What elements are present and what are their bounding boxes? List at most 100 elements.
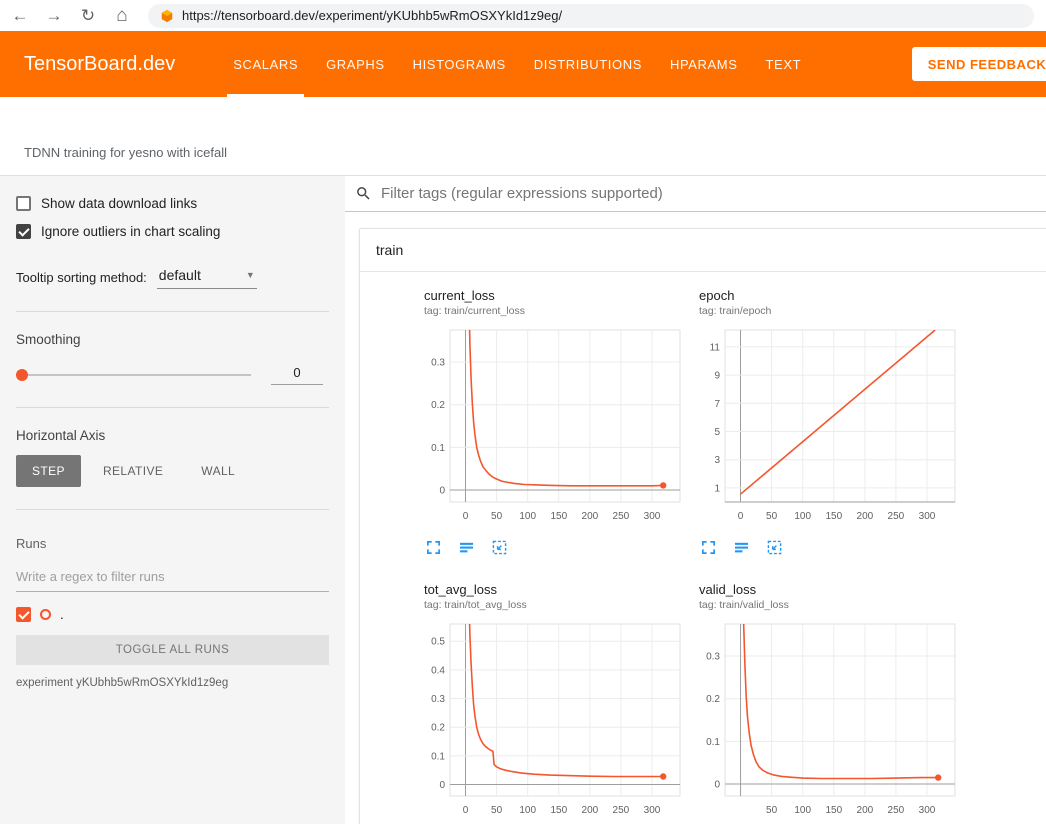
reload-button[interactable]: ↻ bbox=[78, 7, 98, 24]
home-button[interactable]: ⌂ bbox=[112, 6, 132, 25]
chart-plot[interactable]: 05010015020025030000.10.20.30.40.5 bbox=[424, 618, 686, 822]
url-bar[interactable]: https://tensorboard.dev/experiment/yKUbh… bbox=[148, 4, 1034, 28]
svg-text:150: 150 bbox=[550, 805, 567, 816]
search-icon bbox=[355, 185, 372, 202]
svg-text:100: 100 bbox=[519, 805, 536, 816]
url-text: https://tensorboard.dev/experiment/yKUbh… bbox=[182, 8, 562, 23]
horizontal-axis-label: Horizontal Axis bbox=[16, 428, 329, 443]
tab-hparams[interactable]: HPARAMS bbox=[656, 31, 752, 97]
svg-text:0.2: 0.2 bbox=[431, 723, 445, 734]
fit-domain-icon[interactable] bbox=[492, 540, 508, 556]
chevron-down-icon: ▼ bbox=[246, 270, 255, 280]
smoothing-label: Smoothing bbox=[16, 332, 329, 347]
run-checkbox[interactable] bbox=[16, 607, 31, 622]
slider-thumb[interactable] bbox=[16, 369, 28, 381]
runs-label: Runs bbox=[16, 536, 329, 551]
chart-card-valid_loss: valid_losstag: train/valid_loss501001502… bbox=[699, 582, 961, 824]
svg-text:200: 200 bbox=[582, 511, 599, 522]
svg-text:0.2: 0.2 bbox=[706, 694, 720, 705]
toggle-all-runs-button[interactable]: TOGGLE ALL RUNS bbox=[16, 635, 329, 665]
ignore-outliers-label: Ignore outliers in chart scaling bbox=[41, 224, 220, 239]
chart-toolbar bbox=[701, 540, 961, 556]
run-color-swatch-icon bbox=[40, 609, 51, 620]
svg-text:0.3: 0.3 bbox=[431, 694, 445, 705]
svg-text:3: 3 bbox=[714, 455, 720, 466]
svg-text:250: 250 bbox=[888, 511, 905, 522]
chart-plot[interactable]: 5010015020025030000.10.20.3 bbox=[699, 618, 961, 822]
fullscreen-icon[interactable] bbox=[426, 540, 442, 556]
fullscreen-icon[interactable] bbox=[701, 540, 717, 556]
charts-grid: current_losstag: train/current_loss05010… bbox=[360, 272, 1046, 824]
svg-text:0.1: 0.1 bbox=[431, 751, 445, 762]
divider bbox=[16, 407, 329, 408]
svg-text:0: 0 bbox=[439, 780, 445, 791]
tab-histograms[interactable]: HISTOGRAMS bbox=[399, 31, 520, 97]
svg-text:0: 0 bbox=[463, 805, 469, 816]
tab-text[interactable]: TEXT bbox=[752, 31, 816, 97]
app-title[interactable]: TensorBoard.dev bbox=[24, 53, 175, 76]
svg-text:150: 150 bbox=[825, 511, 842, 522]
chart-plot[interactable]: 0501001502002503001357911 bbox=[699, 324, 961, 528]
ignore-outliers-checkbox[interactable]: Ignore outliers in chart scaling bbox=[16, 224, 329, 239]
tensorboard-favicon bbox=[160, 9, 174, 23]
checkbox-unchecked-icon bbox=[16, 196, 31, 211]
chart-tag: tag: train/valid_loss bbox=[699, 599, 961, 611]
svg-text:50: 50 bbox=[766, 805, 778, 816]
svg-text:300: 300 bbox=[644, 511, 661, 522]
checkbox-checked-icon bbox=[16, 224, 31, 239]
fit-domain-icon[interactable] bbox=[767, 540, 783, 556]
tooltip-sorting-select[interactable]: default ▼ bbox=[157, 265, 257, 289]
experiment-description: TDNN training for yesno with icefall bbox=[0, 97, 1046, 176]
svg-text:0: 0 bbox=[738, 511, 744, 522]
card-title[interactable]: train bbox=[360, 229, 1046, 272]
chart-toolbar bbox=[426, 540, 686, 556]
svg-text:0.3: 0.3 bbox=[431, 358, 445, 369]
tab-scalars[interactable]: SCALARS bbox=[219, 31, 312, 97]
svg-text:150: 150 bbox=[825, 805, 842, 816]
axis-button-step[interactable]: STEP bbox=[16, 455, 81, 487]
chart-title: tot_avg_loss bbox=[424, 582, 686, 597]
divider bbox=[16, 509, 329, 510]
train-card: train current_losstag: train/current_los… bbox=[359, 228, 1046, 824]
run-row[interactable]: . bbox=[16, 607, 329, 622]
chart-plot[interactable]: 05010015020025030000.10.20.3 bbox=[424, 324, 686, 528]
chart-title: current_loss bbox=[424, 288, 686, 303]
tooltip-sorting-label: Tooltip sorting method: bbox=[16, 270, 147, 285]
tooltip-sorting-value: default bbox=[159, 267, 201, 283]
svg-text:250: 250 bbox=[613, 511, 630, 522]
svg-text:100: 100 bbox=[519, 511, 536, 522]
tab-graphs[interactable]: GRAPHS bbox=[312, 31, 399, 97]
svg-text:200: 200 bbox=[857, 805, 874, 816]
forward-button[interactable]: → bbox=[44, 7, 64, 24]
send-feedback-button[interactable]: SEND FEEDBACK bbox=[912, 47, 1046, 81]
svg-text:0.1: 0.1 bbox=[431, 443, 445, 454]
tag-filter-input[interactable] bbox=[381, 185, 1030, 202]
tab-distributions[interactable]: DISTRIBUTIONS bbox=[520, 31, 656, 97]
nav-tabs: SCALARSGRAPHSHISTOGRAMSDISTRIBUTIONSHPAR… bbox=[219, 31, 815, 97]
show-download-links-checkbox[interactable]: Show data download links bbox=[16, 196, 329, 211]
svg-text:7: 7 bbox=[714, 399, 720, 410]
show-download-links-label: Show data download links bbox=[41, 196, 197, 211]
chart-card-epoch: epochtag: train/epoch0501001502002503001… bbox=[699, 288, 961, 556]
back-button[interactable]: ← bbox=[10, 7, 30, 24]
data-series-icon[interactable] bbox=[734, 540, 750, 556]
chart-card-tot_avg_loss: tot_avg_losstag: train/tot_avg_loss05010… bbox=[424, 582, 686, 824]
svg-text:100: 100 bbox=[794, 511, 811, 522]
data-series-icon[interactable] bbox=[459, 540, 475, 556]
svg-text:0.1: 0.1 bbox=[706, 737, 720, 748]
svg-text:200: 200 bbox=[857, 511, 874, 522]
svg-text:0.2: 0.2 bbox=[431, 400, 445, 411]
scalars-dashboard: train current_losstag: train/current_los… bbox=[345, 176, 1046, 824]
svg-text:50: 50 bbox=[491, 805, 503, 816]
runs-filter-input[interactable] bbox=[16, 565, 329, 592]
svg-text:11: 11 bbox=[710, 342, 721, 353]
svg-text:250: 250 bbox=[613, 805, 630, 816]
smoothing-slider[interactable] bbox=[16, 368, 251, 382]
smoothing-value[interactable]: 0 bbox=[271, 365, 323, 385]
svg-text:150: 150 bbox=[550, 511, 567, 522]
axis-button-relative[interactable]: RELATIVE bbox=[87, 455, 179, 487]
svg-text:0: 0 bbox=[463, 511, 469, 522]
svg-text:0: 0 bbox=[439, 486, 445, 497]
axis-button-wall[interactable]: WALL bbox=[185, 455, 251, 487]
svg-text:9: 9 bbox=[714, 371, 720, 382]
